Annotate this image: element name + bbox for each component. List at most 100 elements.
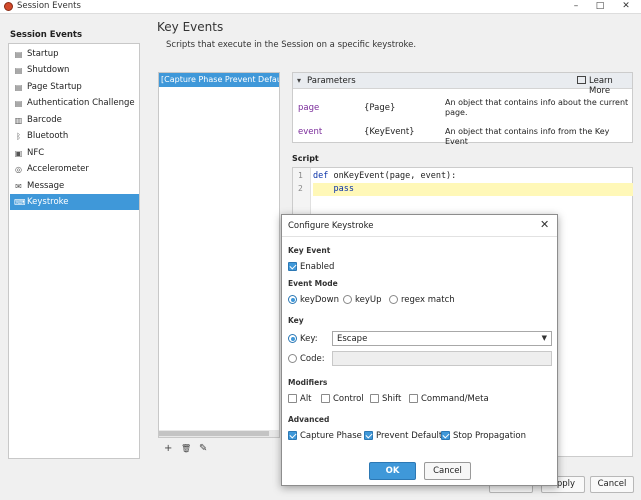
sidebar-item-label: Page Startup — [27, 82, 82, 92]
parameter-name: event — [298, 127, 323, 137]
code-line[interactable]: pass — [313, 183, 633, 196]
stop-propagation-checkbox[interactable] — [441, 431, 450, 440]
advanced-section-label: Advanced — [288, 415, 330, 424]
accelerometer-icon: ◎ — [15, 165, 22, 174]
chevron-down-icon: ▼ — [541, 334, 547, 342]
key-section-label: Key — [288, 316, 304, 325]
alt-label: Alt — [300, 394, 312, 404]
code-field[interactable] — [332, 351, 552, 366]
enabled-label: Enabled — [300, 262, 335, 272]
code-text: onKeyEvent(page, event): — [328, 171, 457, 181]
prevent-default-checkbox[interactable] — [364, 431, 373, 440]
sidebar-item-label: Accelerometer — [27, 164, 89, 174]
parameters-title: Parameters — [307, 76, 356, 86]
list-item[interactable]: [Capture Phase Prevent Default Sto — [159, 73, 279, 87]
script-icon: ▤ — [14, 50, 23, 59]
sidebar-item-accelerometer[interactable]: ◎ Accelerometer — [10, 161, 139, 177]
sidebar-item-bluetooth[interactable]: ᛒ Bluetooth — [10, 128, 139, 144]
code-keyword: def — [313, 171, 329, 181]
window-title-bar: Session Events – □ ✕ — [0, 0, 641, 14]
script-label: Script — [292, 154, 319, 163]
list-toolbar: + 🗑 ✎ — [164, 443, 224, 455]
parameters-panel: ▾ Parameters Learn More page {Page} An o… — [292, 72, 633, 146]
sidebar-item-label: NFC — [27, 148, 45, 158]
control-checkbox[interactable] — [321, 394, 330, 403]
sidebar-item-startup[interactable]: ▤ Startup — [10, 46, 139, 62]
dialog-ok-button[interactable]: OK — [369, 462, 416, 480]
capture-phase-label: Capture Phase — [300, 431, 362, 441]
book-icon — [577, 76, 586, 84]
alt-checkbox[interactable] — [288, 394, 297, 403]
sidebar-title: Session Events — [10, 30, 83, 40]
shift-label: Shift — [382, 394, 402, 404]
script-icon: ▤ — [14, 83, 23, 92]
script-icon: ▤ — [14, 66, 23, 75]
close-window-button[interactable]: ✕ — [613, 0, 639, 14]
sidebar-item-authentication-challenge[interactable]: ▤ Authentication Challenge — [10, 95, 139, 111]
edit-icon[interactable]: ✎ — [199, 443, 207, 454]
close-icon[interactable]: ✕ — [540, 218, 549, 231]
bluetooth-icon: ᛒ — [16, 132, 21, 141]
add-icon[interactable]: + — [164, 443, 172, 454]
modifiers-section-label: Modifiers — [288, 378, 328, 387]
code-radio[interactable] — [288, 354, 297, 363]
regex-match-radio[interactable] — [389, 295, 398, 304]
sidebar-item-keystroke[interactable]: ⌨ Keystroke — [10, 194, 139, 210]
keystroke-icon: ⌨ — [14, 198, 26, 207]
scrollbar-thumb[interactable] — [159, 431, 269, 436]
command-meta-label: Command/Meta — [421, 394, 489, 404]
line-number: 1 — [298, 171, 303, 180]
sidebar-item-barcode[interactable]: ▥ Barcode — [10, 112, 139, 128]
keydown-label: keyDown — [300, 295, 339, 305]
parameters-header[interactable]: ▾ Parameters Learn More — [293, 73, 632, 96]
key-select-value: Escape — [337, 334, 368, 344]
control-label: Control — [333, 394, 364, 404]
sidebar-item-nfc[interactable]: ▣ NFC — [10, 145, 139, 161]
code-radio-label: Code: — [300, 354, 325, 364]
sidebar-item-shutdown[interactable]: ▤ Shutdown — [10, 62, 139, 78]
delete-icon[interactable]: 🗑 — [181, 444, 191, 453]
chevron-down-icon[interactable]: ▾ — [297, 76, 301, 85]
command-meta-checkbox[interactable] — [409, 394, 418, 403]
sidebar-item-message[interactable]: ✉ Message — [10, 178, 139, 194]
key-radio-label: Key: — [300, 334, 318, 344]
parameter-row: page {Page} An object that contains info… — [293, 95, 632, 119]
page-subtitle: Scripts that execute in the Session on a… — [166, 40, 417, 50]
stop-propagation-label: Stop Propagation — [453, 431, 527, 441]
key-event-list: [Capture Phase Prevent Default Sto — [158, 72, 280, 438]
window-title: Session Events — [17, 1, 81, 11]
event-mode-section-label: Event Mode — [288, 279, 338, 288]
keyup-radio[interactable] — [343, 295, 352, 304]
app-logo-icon — [4, 2, 13, 11]
sidebar-item-page-startup[interactable]: ▤ Page Startup — [10, 79, 139, 95]
maximize-button[interactable]: □ — [587, 0, 613, 14]
dialog-cancel-button[interactable]: Cancel — [424, 462, 471, 480]
code-keyword: pass — [333, 184, 354, 194]
sidebar-item-label: Startup — [27, 49, 59, 59]
code-line[interactable]: def onKeyEvent(page, event): — [313, 170, 633, 183]
page-title: Key Events — [157, 20, 224, 34]
parameter-type: {KeyEvent} — [364, 127, 415, 137]
dialog-title: Configure Keystroke — [288, 221, 374, 231]
cancel-button[interactable]: Cancel — [590, 476, 634, 493]
shift-checkbox[interactable] — [370, 394, 379, 403]
keydown-radio[interactable] — [288, 295, 297, 304]
sidebar-item-label: Message — [27, 181, 65, 191]
parameter-description: An object that contains info from the Ke… — [445, 127, 610, 146]
sidebar-item-label: Barcode — [27, 115, 62, 125]
enabled-checkbox[interactable] — [288, 262, 297, 271]
learn-more-link[interactable]: Learn More — [589, 76, 632, 96]
sidebar-item-label: Bluetooth — [27, 131, 69, 141]
minimize-button[interactable]: – — [563, 0, 589, 14]
message-icon: ✉ — [15, 182, 22, 191]
key-radio[interactable] — [288, 334, 297, 343]
horizontal-scrollbar[interactable] — [159, 430, 279, 437]
regex-match-label: regex match — [401, 295, 455, 305]
nfc-icon: ▣ — [14, 149, 23, 158]
parameter-description: An object that contains info about the c… — [445, 98, 629, 117]
key-select[interactable]: Escape ▼ — [332, 331, 552, 346]
barcode-icon: ▥ — [14, 116, 23, 125]
capture-phase-checkbox[interactable] — [288, 431, 297, 440]
line-number: 2 — [298, 184, 303, 193]
keyup-label: keyUp — [355, 295, 382, 305]
